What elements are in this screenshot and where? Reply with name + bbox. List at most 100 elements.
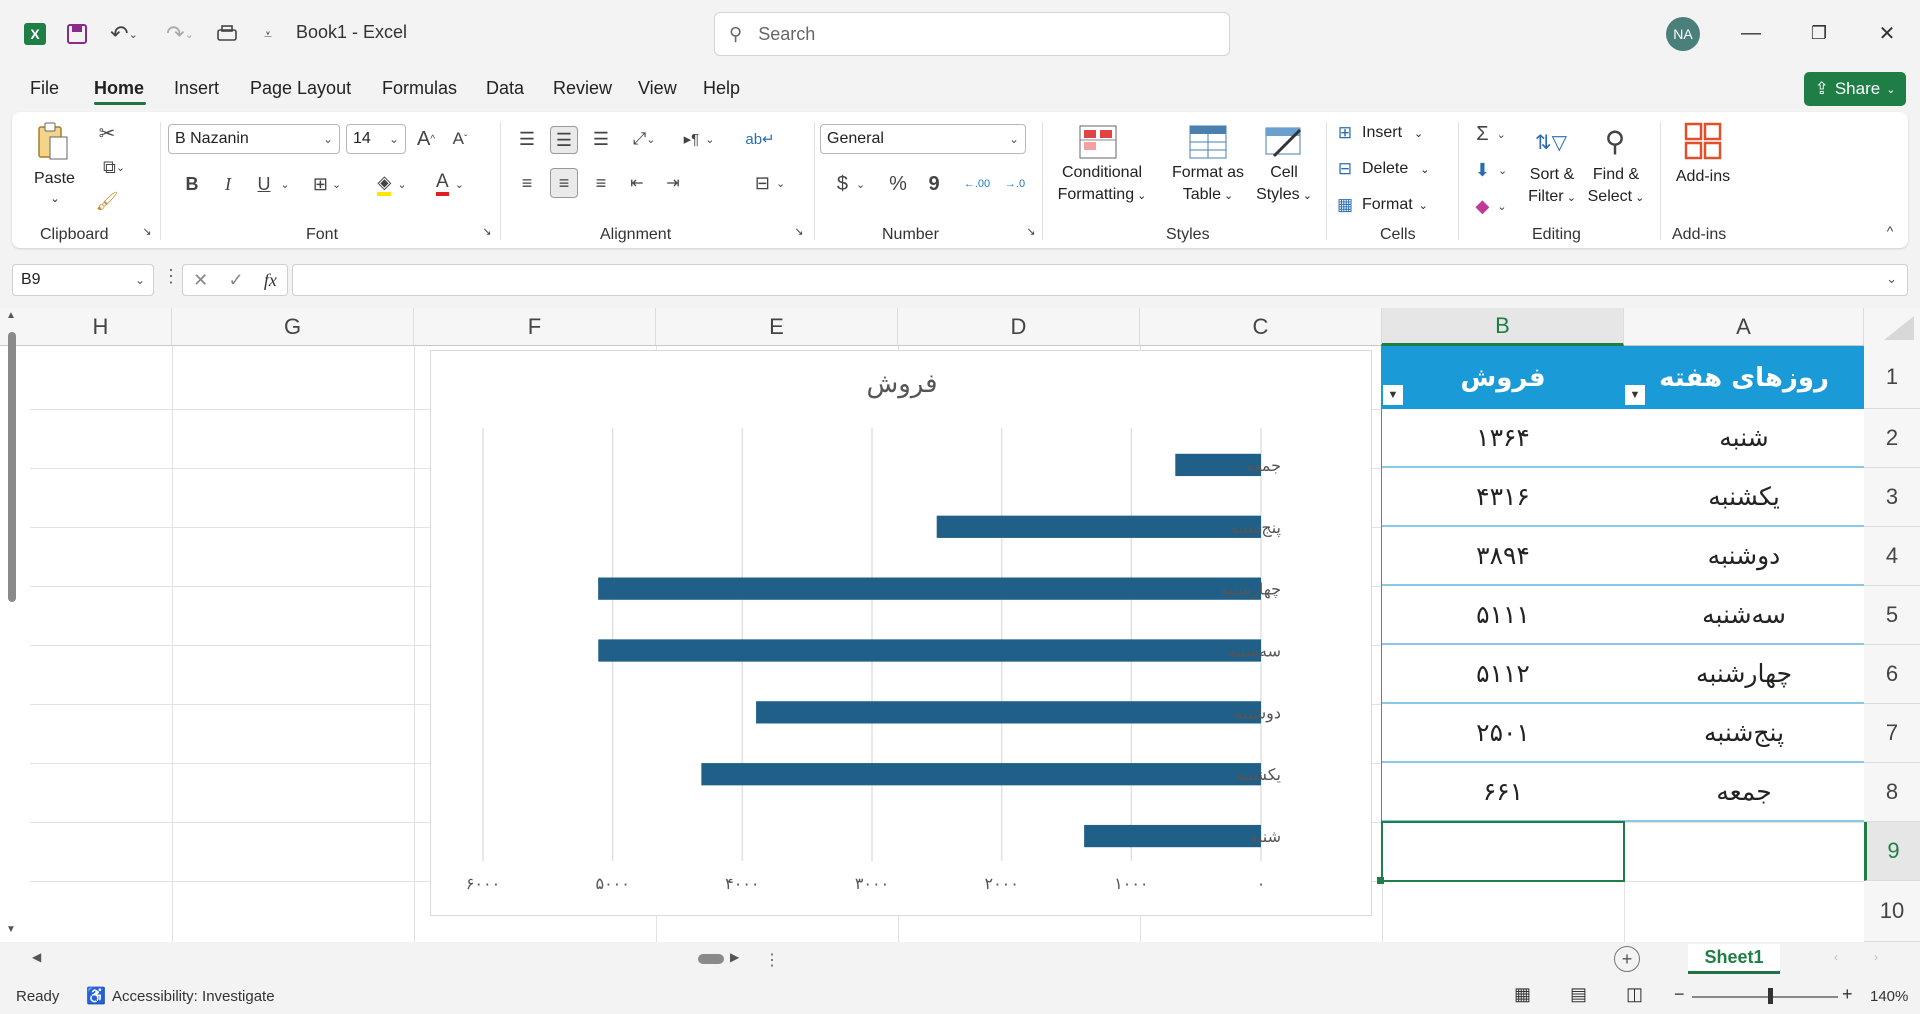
table-header-weekdays[interactable]: روزهای هفته [1624,346,1864,409]
fill-handle[interactable] [1377,877,1384,884]
delete-cells-icon[interactable]: ⊟ [1332,156,1358,182]
align-left-icon[interactable]: ≡ [514,170,540,196]
vertical-scroll-thumb[interactable] [8,332,16,602]
align-top-icon[interactable]: ☰ [514,126,540,152]
row-header-1[interactable]: 1 [1864,346,1920,409]
undo-icon[interactable]: ↶ ⌄ [104,18,144,50]
italic-button[interactable]: I [216,170,240,198]
restore-icon[interactable]: ❐ [1804,18,1834,48]
chart-bar[interactable] [756,701,1261,724]
clear-icon[interactable]: ◆ ⌄ [1468,192,1514,220]
sort-filter-label[interactable]: Sort & Filter ⌄ [1520,164,1584,209]
name-box[interactable]: B9 ⌄ [12,264,154,296]
align-bottom-icon[interactable]: ☰ [588,126,614,152]
chart-bar[interactable] [936,515,1261,538]
column-header-a[interactable]: A [1624,308,1864,346]
font-color-icon[interactable]: A ⌄ [426,168,474,200]
row-header-9[interactable]: 9 [1864,822,1920,881]
wrap-text-icon[interactable]: ab↵ [745,126,774,152]
autosum-icon[interactable]: Σ ⌄ [1468,120,1514,148]
column-header-d[interactable]: D [898,308,1140,346]
table-cell-day[interactable]: جمعه [1624,763,1864,822]
decrease-indent-icon[interactable]: ⇤ [624,170,650,196]
table-header-sales[interactable]: فروش [1382,346,1624,409]
redo-icon[interactable]: ↷ ⌄ [160,18,200,50]
cut-icon[interactable]: ✂ [94,120,120,146]
column-header-g[interactable]: G [172,308,414,346]
zoom-slider[interactable] [1692,996,1838,998]
tab-home[interactable]: Home [94,78,144,99]
tab-insert[interactable]: Insert [174,78,219,99]
row-header-3[interactable]: 3 [1864,468,1920,527]
row-header-8[interactable]: 8 [1864,763,1920,822]
merge-center-icon[interactable]: ⊟ ⌄ [746,170,794,196]
cell-styles-icon[interactable] [1262,122,1306,162]
orientation-icon[interactable]: ⤢ ⌄ [624,126,664,152]
chart-bar[interactable] [598,639,1261,662]
alignment-launcher-icon[interactable]: ↘ [792,224,806,238]
collapse-ribbon-icon[interactable]: ^ [1880,222,1900,240]
percent-button[interactable]: % [884,170,912,198]
row-header-10[interactable]: 10 [1864,881,1920,942]
enter-icon[interactable]: ✓ [228,270,243,291]
text-direction-icon[interactable]: ▸¶ ⌄ [674,126,724,152]
expand-formula-icon[interactable]: ⌄ [1886,271,1897,287]
format-as-table-icon[interactable] [1186,122,1230,162]
add-sheet-icon[interactable]: + [1614,946,1640,972]
table-cell-day[interactable]: چهارشنبه [1624,645,1864,704]
format-cells-button[interactable]: Format ⌄ [1362,194,1452,217]
add-ins-button-label[interactable]: Add-ins [1668,166,1738,188]
print-icon[interactable] [212,18,242,50]
row-header-4[interactable]: 4 [1864,527,1920,586]
align-center-icon[interactable]: ≡ [550,168,578,198]
column-header-e[interactable]: E [656,308,898,346]
insert-function-icon[interactable]: fx [264,270,277,291]
share-button[interactable]: ⇪ Share ⌄ [1804,72,1906,106]
underline-button[interactable]: U [252,170,276,198]
increase-decimal-button[interactable]: ← .00 [962,170,992,198]
bar-chart[interactable]: فروش ۰ ۱۰۰۰ ۲۰۰۰ ۳۰۰۰ ۴۰۰۰ ۵۰۰۰ ۶۰۰۰ شنبه یکشنبه… [430,350,1372,916]
table-cell-sales[interactable]: ۵۱۱۲ [1382,645,1624,704]
scroll-left-icon[interactable]: ◀ [32,950,41,964]
font-launcher-icon[interactable]: ↘ [480,224,494,238]
formula-bar-more-icon[interactable]: ⋮ [162,266,180,287]
column-header-f[interactable]: F [414,308,656,346]
borders-icon[interactable]: ⊞ ⌄ [306,170,348,198]
add-ins-icon[interactable] [1682,120,1724,162]
cell-styles-label[interactable]: Cell Styles ⌄ [1246,162,1322,207]
tab-review[interactable]: Review [553,78,612,99]
next-sheet-icon[interactable]: › [1874,950,1878,964]
zoom-slider-thumb[interactable] [1768,988,1773,1004]
table-cell-sales[interactable]: ۲۵۰۱ [1382,704,1624,763]
minimize-icon[interactable]: — [1736,18,1766,48]
column-header-c[interactable]: C [1140,308,1382,346]
column-header-h[interactable]: H [30,308,172,346]
table-cell-day[interactable]: شنبه [1624,409,1864,468]
tab-file[interactable]: File [30,78,59,99]
select-all-corner[interactable] [1864,308,1920,346]
tab-page-layout[interactable]: Page Layout [250,78,351,99]
increase-indent-icon[interactable]: ⇥ [660,170,686,196]
table-cell-sales[interactable]: ۶۶۱ [1382,763,1624,822]
horizontal-scroll-thumb[interactable] [698,954,724,964]
paste-label[interactable]: Paste [34,168,75,190]
shrink-font-icon[interactable]: Aˇ [446,124,474,154]
clipboard-launcher-icon[interactable]: ↘ [140,224,154,238]
chart-bar[interactable] [1084,824,1261,848]
comma-style-button[interactable]: 9 [922,170,946,198]
format-cells-icon[interactable]: ▦ [1332,192,1358,218]
conditional-formatting-icon[interactable] [1076,122,1120,162]
accessibility-status[interactable]: Accessibility: Investigate [112,988,275,1005]
normal-view-icon[interactable]: ▦ [1514,984,1531,1005]
scroll-up-icon[interactable]: ▲ [6,310,16,321]
row-header-2[interactable]: 2 [1864,409,1920,468]
customize-qat-icon[interactable]: ⩡ [256,18,280,50]
number-launcher-icon[interactable]: ↘ [1024,224,1038,238]
table-cell-sales[interactable]: ۱۳۶۴ [1382,409,1624,468]
zoom-level[interactable]: 140% [1870,988,1908,1005]
vertical-scrollbar[interactable]: ▲ ▼ [4,310,24,940]
table-cell-sales[interactable]: ۴۳۱۶ [1382,468,1624,527]
chart-bar[interactable] [701,763,1261,786]
close-icon[interactable]: ✕ [1872,18,1902,48]
table-cell-day[interactable]: یکشنبه [1624,468,1864,527]
